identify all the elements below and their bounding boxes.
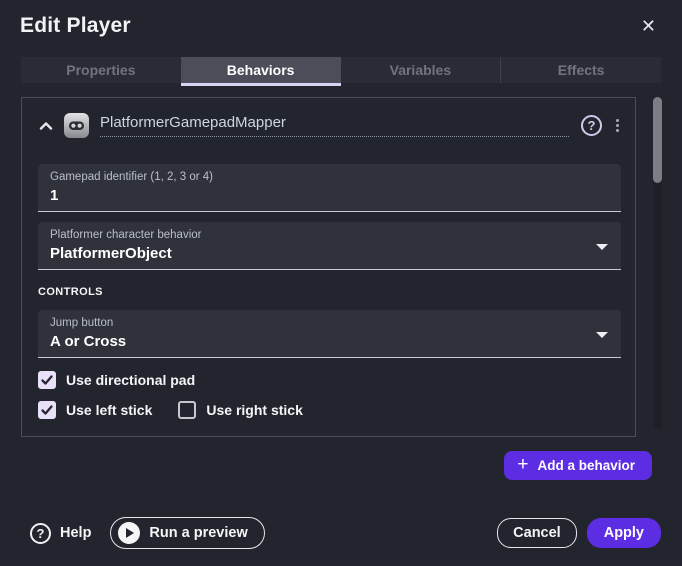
jump-button-label: Jump button	[50, 316, 609, 331]
checkbox-row-1: Use directional pad	[38, 371, 619, 389]
character-behavior-value: PlatformerObject	[50, 243, 609, 264]
tab-properties[interactable]: Properties	[21, 57, 181, 83]
apply-label: Apply	[604, 525, 644, 541]
page-title: Edit Player	[20, 14, 131, 38]
add-behavior-button[interactable]: + Add a behavior	[504, 451, 652, 480]
controls-section-title: CONTROLS	[38, 286, 619, 298]
checkbox-icon	[38, 371, 56, 389]
jump-button-value: A or Cross	[50, 331, 609, 352]
tab-behaviors[interactable]: Behaviors	[181, 57, 341, 83]
play-icon	[118, 522, 140, 544]
help-button[interactable]: ? Help	[30, 523, 91, 544]
plus-icon: +	[517, 457, 528, 473]
run-preview-button[interactable]: Run a preview	[110, 517, 264, 549]
tab-effects[interactable]: Effects	[500, 57, 661, 83]
chevron-up-icon[interactable]	[38, 118, 54, 134]
gamepad-identifier-label: Gamepad identifier (1, 2, 3 or 4)	[50, 170, 609, 185]
apply-button[interactable]: Apply	[587, 518, 661, 548]
use-right-stick-checkbox[interactable]: Use right stick	[178, 401, 302, 419]
cancel-label: Cancel	[513, 525, 561, 541]
use-left-stick-label: Use left stick	[66, 402, 152, 418]
use-directional-pad-label: Use directional pad	[66, 372, 195, 388]
behavior-help-icon[interactable]: ?	[581, 115, 602, 136]
close-icon[interactable]: ✕	[641, 17, 656, 35]
tab-properties-label: Properties	[66, 62, 135, 78]
use-directional-pad-checkbox[interactable]: Use directional pad	[38, 371, 195, 389]
question-circle-icon: ?	[30, 523, 51, 544]
dialog-footer: ? Help Run a preview Cancel Apply	[0, 514, 682, 566]
checkbox-icon	[178, 401, 196, 419]
gamepad-identifier-field[interactable]: Gamepad identifier (1, 2, 3 or 4) 1	[38, 164, 621, 212]
tab-variables[interactable]: Variables	[341, 57, 501, 83]
chevron-down-icon	[596, 244, 608, 250]
tab-variables-label: Variables	[390, 62, 452, 78]
scrollbar-thumb[interactable]	[653, 97, 662, 183]
tab-effects-label: Effects	[558, 62, 605, 78]
use-right-stick-label: Use right stick	[206, 402, 302, 418]
run-preview-label: Run a preview	[149, 525, 247, 541]
chevron-down-icon	[596, 332, 608, 338]
behaviors-panel-row: PlatformerGamepadMapper ? Gamepad identi…	[21, 97, 682, 437]
three-dots-vertical-icon[interactable]	[614, 117, 621, 134]
cancel-button[interactable]: Cancel	[497, 518, 577, 548]
gamepad-identifier-value: 1	[50, 185, 609, 206]
behavior-accordion-header: PlatformerGamepadMapper ?	[22, 98, 635, 154]
dialog-header: Edit Player ✕	[0, 0, 682, 38]
behavior-card: PlatformerGamepadMapper ? Gamepad identi…	[21, 97, 636, 437]
behavior-name-input[interactable]: PlatformerGamepadMapper	[100, 114, 569, 137]
help-label: Help	[60, 525, 91, 541]
checkbox-row-2: Use left stick Use right stick	[38, 401, 619, 419]
character-behavior-label: Platformer character behavior	[50, 228, 609, 243]
gamepad-icon	[64, 113, 89, 138]
edit-player-dialog: Edit Player ✕ Properties Behaviors Varia…	[0, 0, 682, 566]
checkbox-icon	[38, 401, 56, 419]
use-left-stick-checkbox[interactable]: Use left stick	[38, 401, 152, 419]
jump-button-select[interactable]: Jump button A or Cross	[38, 310, 621, 358]
tab-bar: Properties Behaviors Variables Effects	[21, 57, 661, 83]
tab-behaviors-label: Behaviors	[227, 62, 295, 78]
add-behavior-row: + Add a behavior	[0, 451, 652, 480]
scrollbar-track[interactable]	[653, 97, 662, 429]
add-behavior-label: Add a behavior	[537, 458, 635, 473]
character-behavior-select[interactable]: Platformer character behavior Platformer…	[38, 222, 621, 270]
